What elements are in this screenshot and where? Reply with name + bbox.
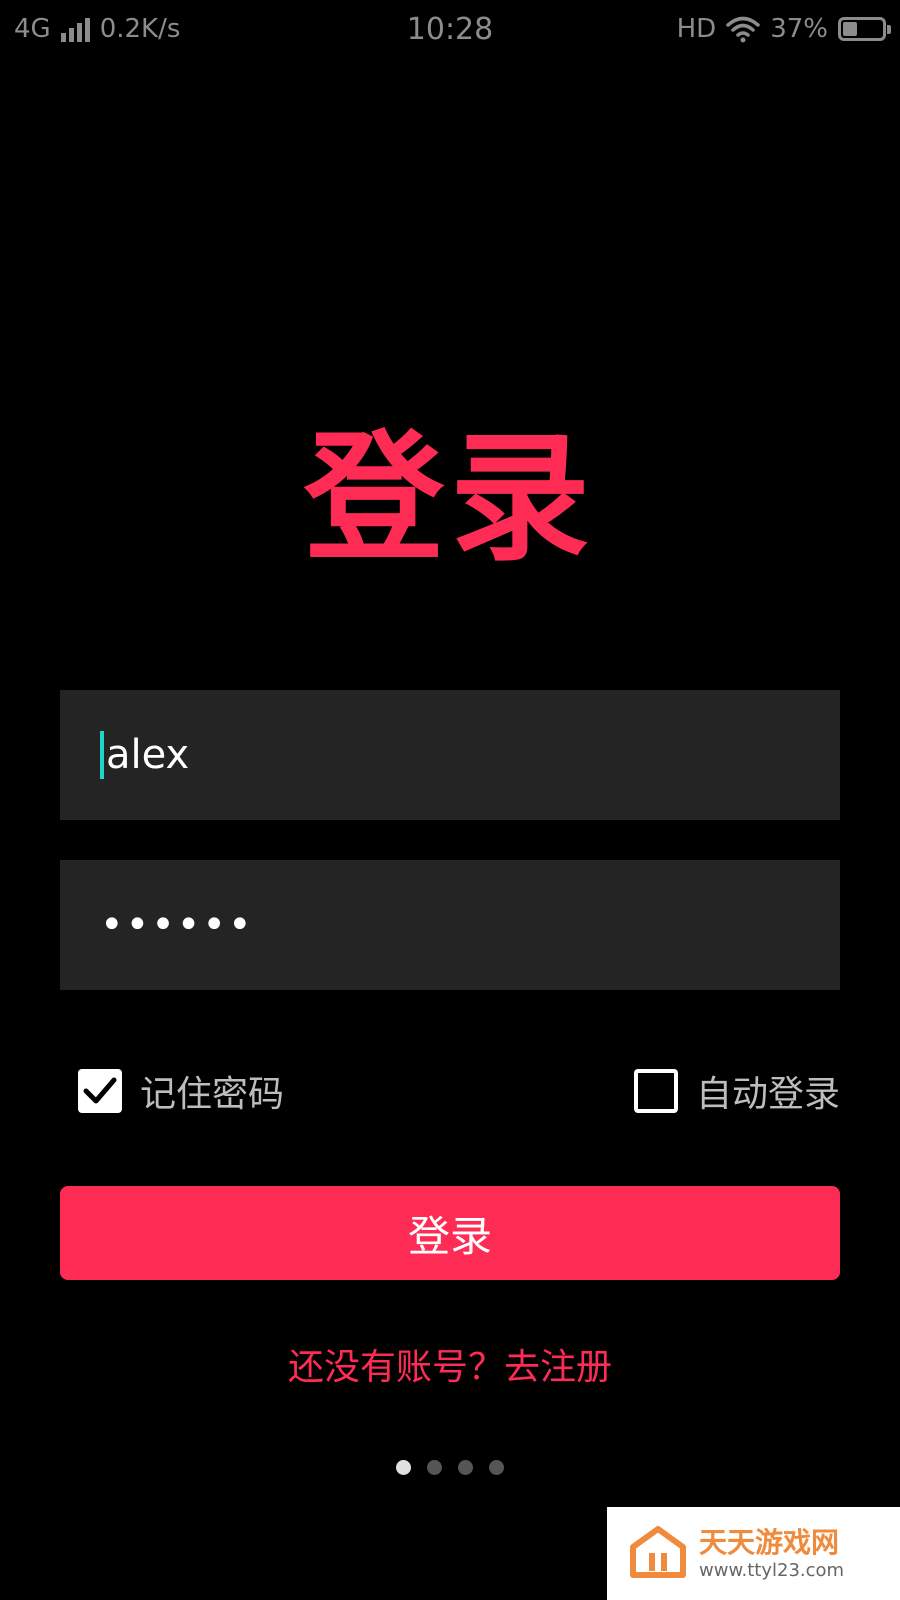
page-dot (458, 1460, 473, 1475)
status-right: HD 37% (676, 14, 891, 44)
auto-login-label: 自动登录 (695, 1074, 840, 1115)
watermark-name: 天天游戏网 (699, 1525, 840, 1559)
password-field[interactable]: •••••• (60, 860, 840, 990)
auto-login-option[interactable]: 自动登录 (633, 1066, 840, 1116)
watermark-url: www.ttyl23.com (699, 1559, 845, 1581)
remember-password-label: 记住密码 (140, 1074, 285, 1115)
battery-icon (838, 17, 891, 41)
watermark-logo-icon (630, 1525, 686, 1578)
login-button[interactable]: 登录 (60, 1186, 840, 1280)
remember-password-option[interactable]: 记住密码 (78, 1066, 284, 1116)
text-caret (100, 731, 104, 779)
page-indicator (0, 1460, 900, 1475)
login-screen: 4G 0.2K/s 10:28 HD 37% 登录 alex •••••• 记住… (0, 0, 900, 1600)
register-link[interactable]: 还没有账号？去注册 (0, 1338, 900, 1390)
page-dot (427, 1460, 442, 1475)
password-value: •••••• (100, 902, 254, 948)
watermark-text: 天天游戏网 www.ttyl23.com (699, 1526, 844, 1582)
checkmark-icon (83, 1077, 117, 1104)
hd-indicator: HD (676, 14, 717, 44)
username-value: alex (106, 732, 190, 778)
username-field[interactable]: alex (60, 690, 840, 820)
status-bar: 4G 0.2K/s 10:28 HD 37% (0, 0, 900, 64)
watermark: 天天游戏网 www.ttyl23.com (607, 1507, 900, 1600)
page-title: 登录 (303, 418, 596, 581)
auto-login-checkbox[interactable] (633, 1069, 678, 1113)
battery-percent: 37% (770, 14, 828, 44)
page-dot (396, 1460, 411, 1475)
page-dot (489, 1460, 504, 1475)
battery-fill (843, 22, 857, 36)
wifi-icon (726, 16, 760, 43)
remember-password-checkbox[interactable] (78, 1069, 122, 1113)
